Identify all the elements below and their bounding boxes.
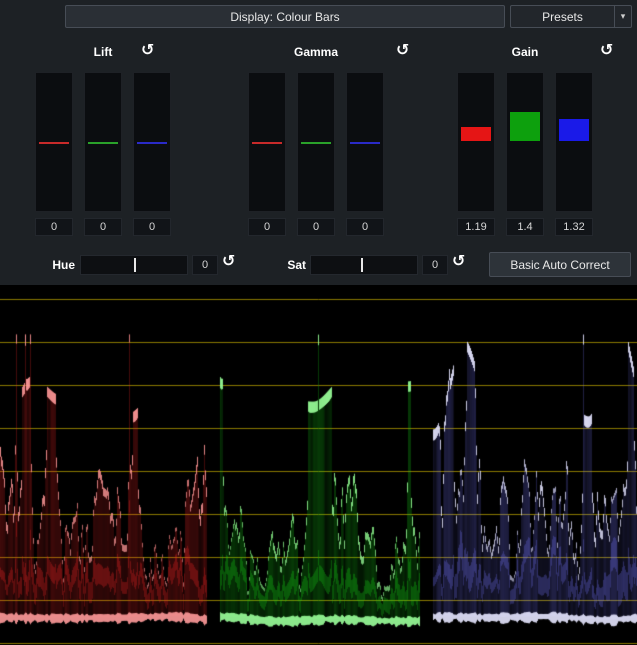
gain-green-value: 1.4 [506,218,544,236]
sat-value: 0 [422,255,448,275]
gamma-blue-slider[interactable] [346,72,384,212]
gamma-reset-icon[interactable]: ↺ [396,42,409,60]
gain-green-handle[interactable] [510,112,540,141]
gamma-red-value: 0 [248,218,286,236]
lift-red-value: 0 [35,218,73,236]
hue-slider-marker[interactable] [134,258,136,272]
colour-correct-panel: Display: Colour Bars Presets ▾ Lift Gamm… [0,0,637,645]
presets-button[interactable]: Presets ▾ [510,5,632,28]
lift-blue-value: 0 [133,218,171,236]
lift-reset-icon[interactable]: ↺ [141,42,154,60]
hue-value: 0 [192,255,218,275]
gain-red-handle[interactable] [461,127,491,141]
chevron-down-icon[interactable]: ▾ [614,6,631,27]
gamma-green-value: 0 [297,218,335,236]
waveform-scope [0,285,637,645]
gain-red-slider[interactable] [457,72,495,212]
sat-slider-marker[interactable] [361,258,363,272]
lift-section-label: Lift [78,45,128,59]
gamma-blue-handle[interactable] [350,142,380,144]
presets-label: Presets [511,10,614,24]
gamma-red-slider[interactable] [248,72,286,212]
gamma-green-handle[interactable] [301,142,331,144]
lift-red-slider[interactable] [35,72,73,212]
sat-reset-icon[interactable]: ↺ [452,253,465,271]
hue-label: Hue [30,258,75,272]
sat-label: Sat [264,258,306,272]
gain-blue-handle[interactable] [559,119,589,141]
gain-green-slider[interactable] [506,72,544,212]
gamma-section-label: Gamma [291,45,341,59]
display-mode-button[interactable]: Display: Colour Bars [65,5,505,28]
hue-slider[interactable] [80,255,188,275]
controls-panel: Display: Colour Bars Presets ▾ Lift Gamm… [0,0,637,285]
gamma-blue-value: 0 [346,218,384,236]
lift-blue-handle[interactable] [137,142,167,144]
lift-red-handle[interactable] [39,142,69,144]
lift-blue-slider[interactable] [133,72,171,212]
gain-blue-slider[interactable] [555,72,593,212]
lift-green-handle[interactable] [88,142,118,144]
gain-section-label: Gain [500,45,550,59]
lift-green-slider[interactable] [84,72,122,212]
sat-slider[interactable] [310,255,418,275]
gain-red-value: 1.19 [457,218,495,236]
gamma-green-slider[interactable] [297,72,335,212]
gain-reset-icon[interactable]: ↺ [600,42,613,60]
gain-blue-value: 1.32 [555,218,593,236]
lift-green-value: 0 [84,218,122,236]
basic-auto-correct-button[interactable]: Basic Auto Correct [489,252,631,277]
hue-reset-icon[interactable]: ↺ [222,253,235,271]
gamma-red-handle[interactable] [252,142,282,144]
